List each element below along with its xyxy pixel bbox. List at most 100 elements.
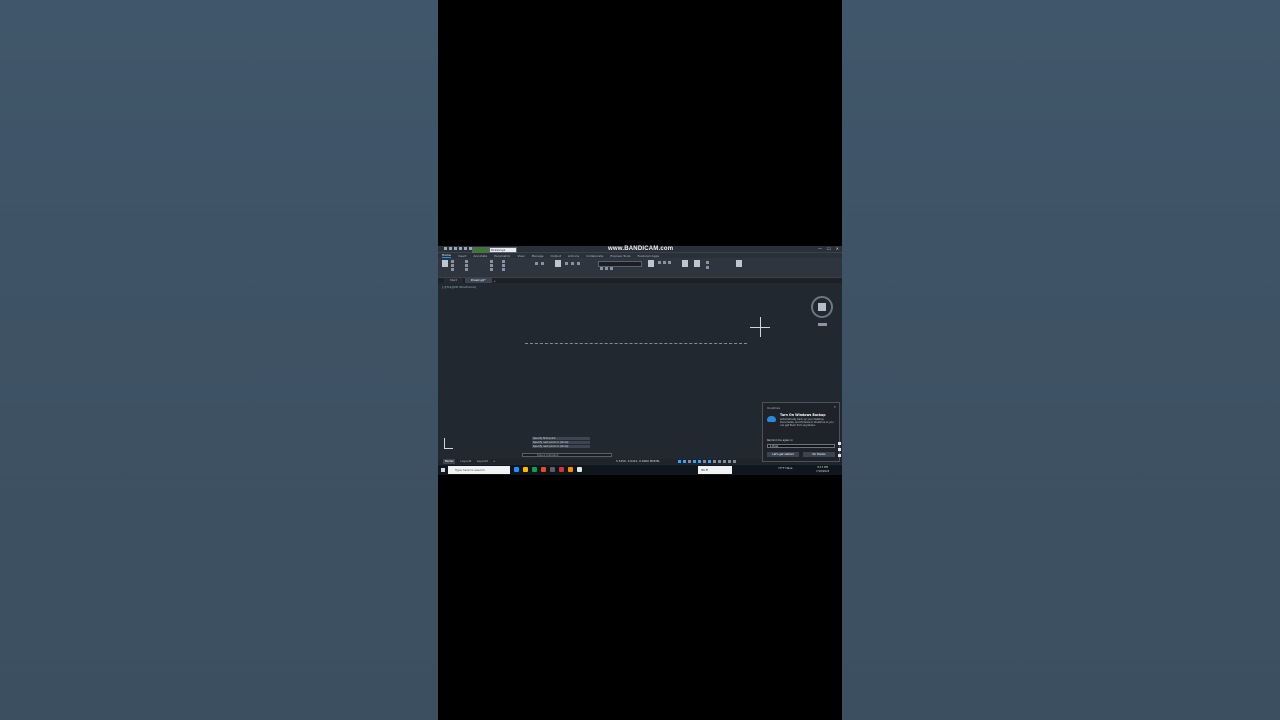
- ribbon-tab-view[interactable]: View: [517, 254, 524, 258]
- stretch-icon[interactable]: [490, 268, 493, 271]
- layer-properties-icon[interactable]: [555, 260, 561, 267]
- viewcube-icon[interactable]: [811, 296, 833, 318]
- polar-icon[interactable]: [693, 460, 696, 463]
- no-thanks-button[interactable]: No thanks: [803, 452, 835, 457]
- ribbon-tab-featured[interactable]: Featured Apps: [637, 254, 659, 258]
- workspace-switch-icon[interactable]: [728, 460, 731, 463]
- dimension-icon[interactable]: [658, 261, 661, 264]
- taskbar-app-icon[interactable]: [559, 467, 564, 472]
- new-tab-button[interactable]: +: [494, 279, 496, 283]
- otrack-icon[interactable]: [703, 460, 706, 463]
- multiline-text-icon[interactable]: [648, 260, 654, 267]
- taskbar-app-icon[interactable]: [514, 467, 519, 472]
- layer-iso-icon[interactable]: [605, 267, 608, 270]
- new-icon[interactable]: [449, 247, 452, 250]
- layer-match-icon[interactable]: [600, 267, 603, 270]
- group-icon[interactable]: [706, 266, 709, 269]
- command-input[interactable]: Type a command: [522, 453, 612, 457]
- transparency-icon[interactable]: [713, 460, 716, 463]
- weather-widget[interactable]: 73°F Haze: [778, 466, 792, 470]
- onedrive-notification: OneDrive ✕ Turn On Windows Backup Automa…: [762, 402, 840, 462]
- ribbon-tab-output[interactable]: Output: [551, 254, 561, 258]
- remind-select[interactable]: 1 Hour: [767, 444, 835, 448]
- mirror-icon[interactable]: [490, 264, 493, 267]
- layer-on-icon[interactable]: [565, 262, 568, 265]
- system-clock[interactable]: 8:17 PM 7/18/2023: [816, 466, 829, 474]
- snap-icon[interactable]: [683, 460, 686, 463]
- ribbon-tab-express[interactable]: Express Tools: [610, 254, 630, 258]
- annotation-scale-icon[interactable]: [723, 460, 726, 463]
- layer-lock-icon[interactable]: [577, 262, 580, 265]
- drawn-line[interactable]: [525, 343, 747, 344]
- arc-icon[interactable]: [451, 268, 454, 271]
- save-as-icon[interactable]: [464, 247, 467, 250]
- wcs-menu[interactable]: [818, 323, 827, 326]
- taskbar-search[interactable]: Type here to search: [448, 466, 510, 474]
- taskbar-app-icon[interactable]: [568, 467, 573, 472]
- ribbon-tab-collaborate[interactable]: Collaborate: [586, 254, 603, 258]
- maximize-button[interactable]: ☐: [827, 246, 831, 251]
- insert-block-icon[interactable]: [682, 260, 688, 267]
- save-icon[interactable]: [459, 247, 462, 250]
- base-view-icon[interactable]: [736, 260, 742, 267]
- open-icon[interactable]: [454, 247, 457, 250]
- scale-icon[interactable]: [502, 264, 505, 267]
- taskbar-app-icon[interactable]: [523, 467, 528, 472]
- add-layout-button[interactable]: +: [493, 459, 495, 464]
- taskbar-app-icon[interactable]: [532, 467, 537, 472]
- block-group: [678, 259, 738, 276]
- ortho-icon[interactable]: [688, 460, 691, 463]
- close-button[interactable]: ✕: [836, 246, 839, 251]
- circle-icon[interactable]: [451, 264, 454, 267]
- grid-icon[interactable]: [678, 460, 681, 463]
- lineweight-icon[interactable]: [708, 460, 711, 463]
- leader-icon[interactable]: [663, 261, 666, 264]
- wifi-flyout-field[interactable]: Wi-Fi: [698, 466, 732, 474]
- erase-icon[interactable]: [535, 262, 538, 265]
- command-history-line: Specify next point or [Undo]:: [532, 441, 590, 444]
- ribbon-tab-addins[interactable]: Add-ins: [568, 254, 579, 258]
- osnap-icon[interactable]: [698, 460, 701, 463]
- copy-icon[interactable]: [465, 268, 468, 271]
- trim-icon[interactable]: [490, 260, 493, 263]
- model-space-toggle[interactable]: MODEL: [650, 459, 660, 463]
- app-menu-icon[interactable]: [444, 247, 447, 250]
- get-started-button[interactable]: Let's get started: [767, 452, 799, 457]
- layer-walk-icon[interactable]: [610, 267, 613, 270]
- close-icon[interactable]: ✕: [834, 405, 836, 409]
- move-icon[interactable]: [465, 260, 468, 263]
- command-history-line: Specify first point:: [532, 437, 590, 440]
- match-properties-icon[interactable]: [706, 261, 709, 264]
- customization-icon[interactable]: [733, 460, 736, 463]
- layout-tab-layout1[interactable]: Layout1: [460, 459, 471, 464]
- minimize-button[interactable]: —: [818, 246, 822, 251]
- properties-icon[interactable]: [694, 260, 700, 267]
- ribbon-tab-manage[interactable]: Manage: [532, 254, 544, 258]
- ribbon-tab-insert[interactable]: Insert: [458, 254, 467, 258]
- layout-tab-model[interactable]: Model: [443, 459, 456, 464]
- taskbar-app-icon[interactable]: [577, 467, 582, 472]
- viewcube-top-face[interactable]: [818, 303, 826, 311]
- ribbon-tab-parametric[interactable]: Parametric: [494, 254, 510, 258]
- taskbar-app-icon[interactable]: [550, 467, 555, 472]
- windows-start-icon[interactable]: [441, 468, 445, 472]
- line-tool-icon[interactable]: [442, 260, 448, 267]
- selection-cycling-icon[interactable]: [718, 460, 721, 463]
- array-icon[interactable]: [502, 268, 505, 271]
- coordinates: 5.3250, 3.0421, 0.0000: [616, 459, 649, 463]
- layer-freeze-icon[interactable]: [571, 262, 574, 265]
- table-icon[interactable]: [668, 261, 671, 264]
- rotate-icon[interactable]: [465, 264, 468, 267]
- bandicam-watermark: www.BANDICAM.com: [608, 246, 674, 252]
- ribbon-tab-annotate[interactable]: Annotate: [473, 254, 487, 258]
- side-indicators: [838, 442, 841, 460]
- viewport-controls[interactable]: [-][Top][2D Wireframe]: [442, 285, 476, 289]
- polyline-icon[interactable]: [451, 260, 454, 263]
- taskbar-app-icon[interactable]: [541, 467, 546, 472]
- fillet-icon[interactable]: [502, 260, 505, 263]
- title-bar: Drawing1 www.BANDICAM.com — ☐ ✕: [438, 246, 842, 253]
- layout-tab-layout2[interactable]: Layout2: [477, 459, 488, 464]
- onedrive-cloud-icon: [767, 416, 776, 422]
- modify-group: [488, 259, 528, 276]
- explode-icon[interactable]: [541, 262, 544, 265]
